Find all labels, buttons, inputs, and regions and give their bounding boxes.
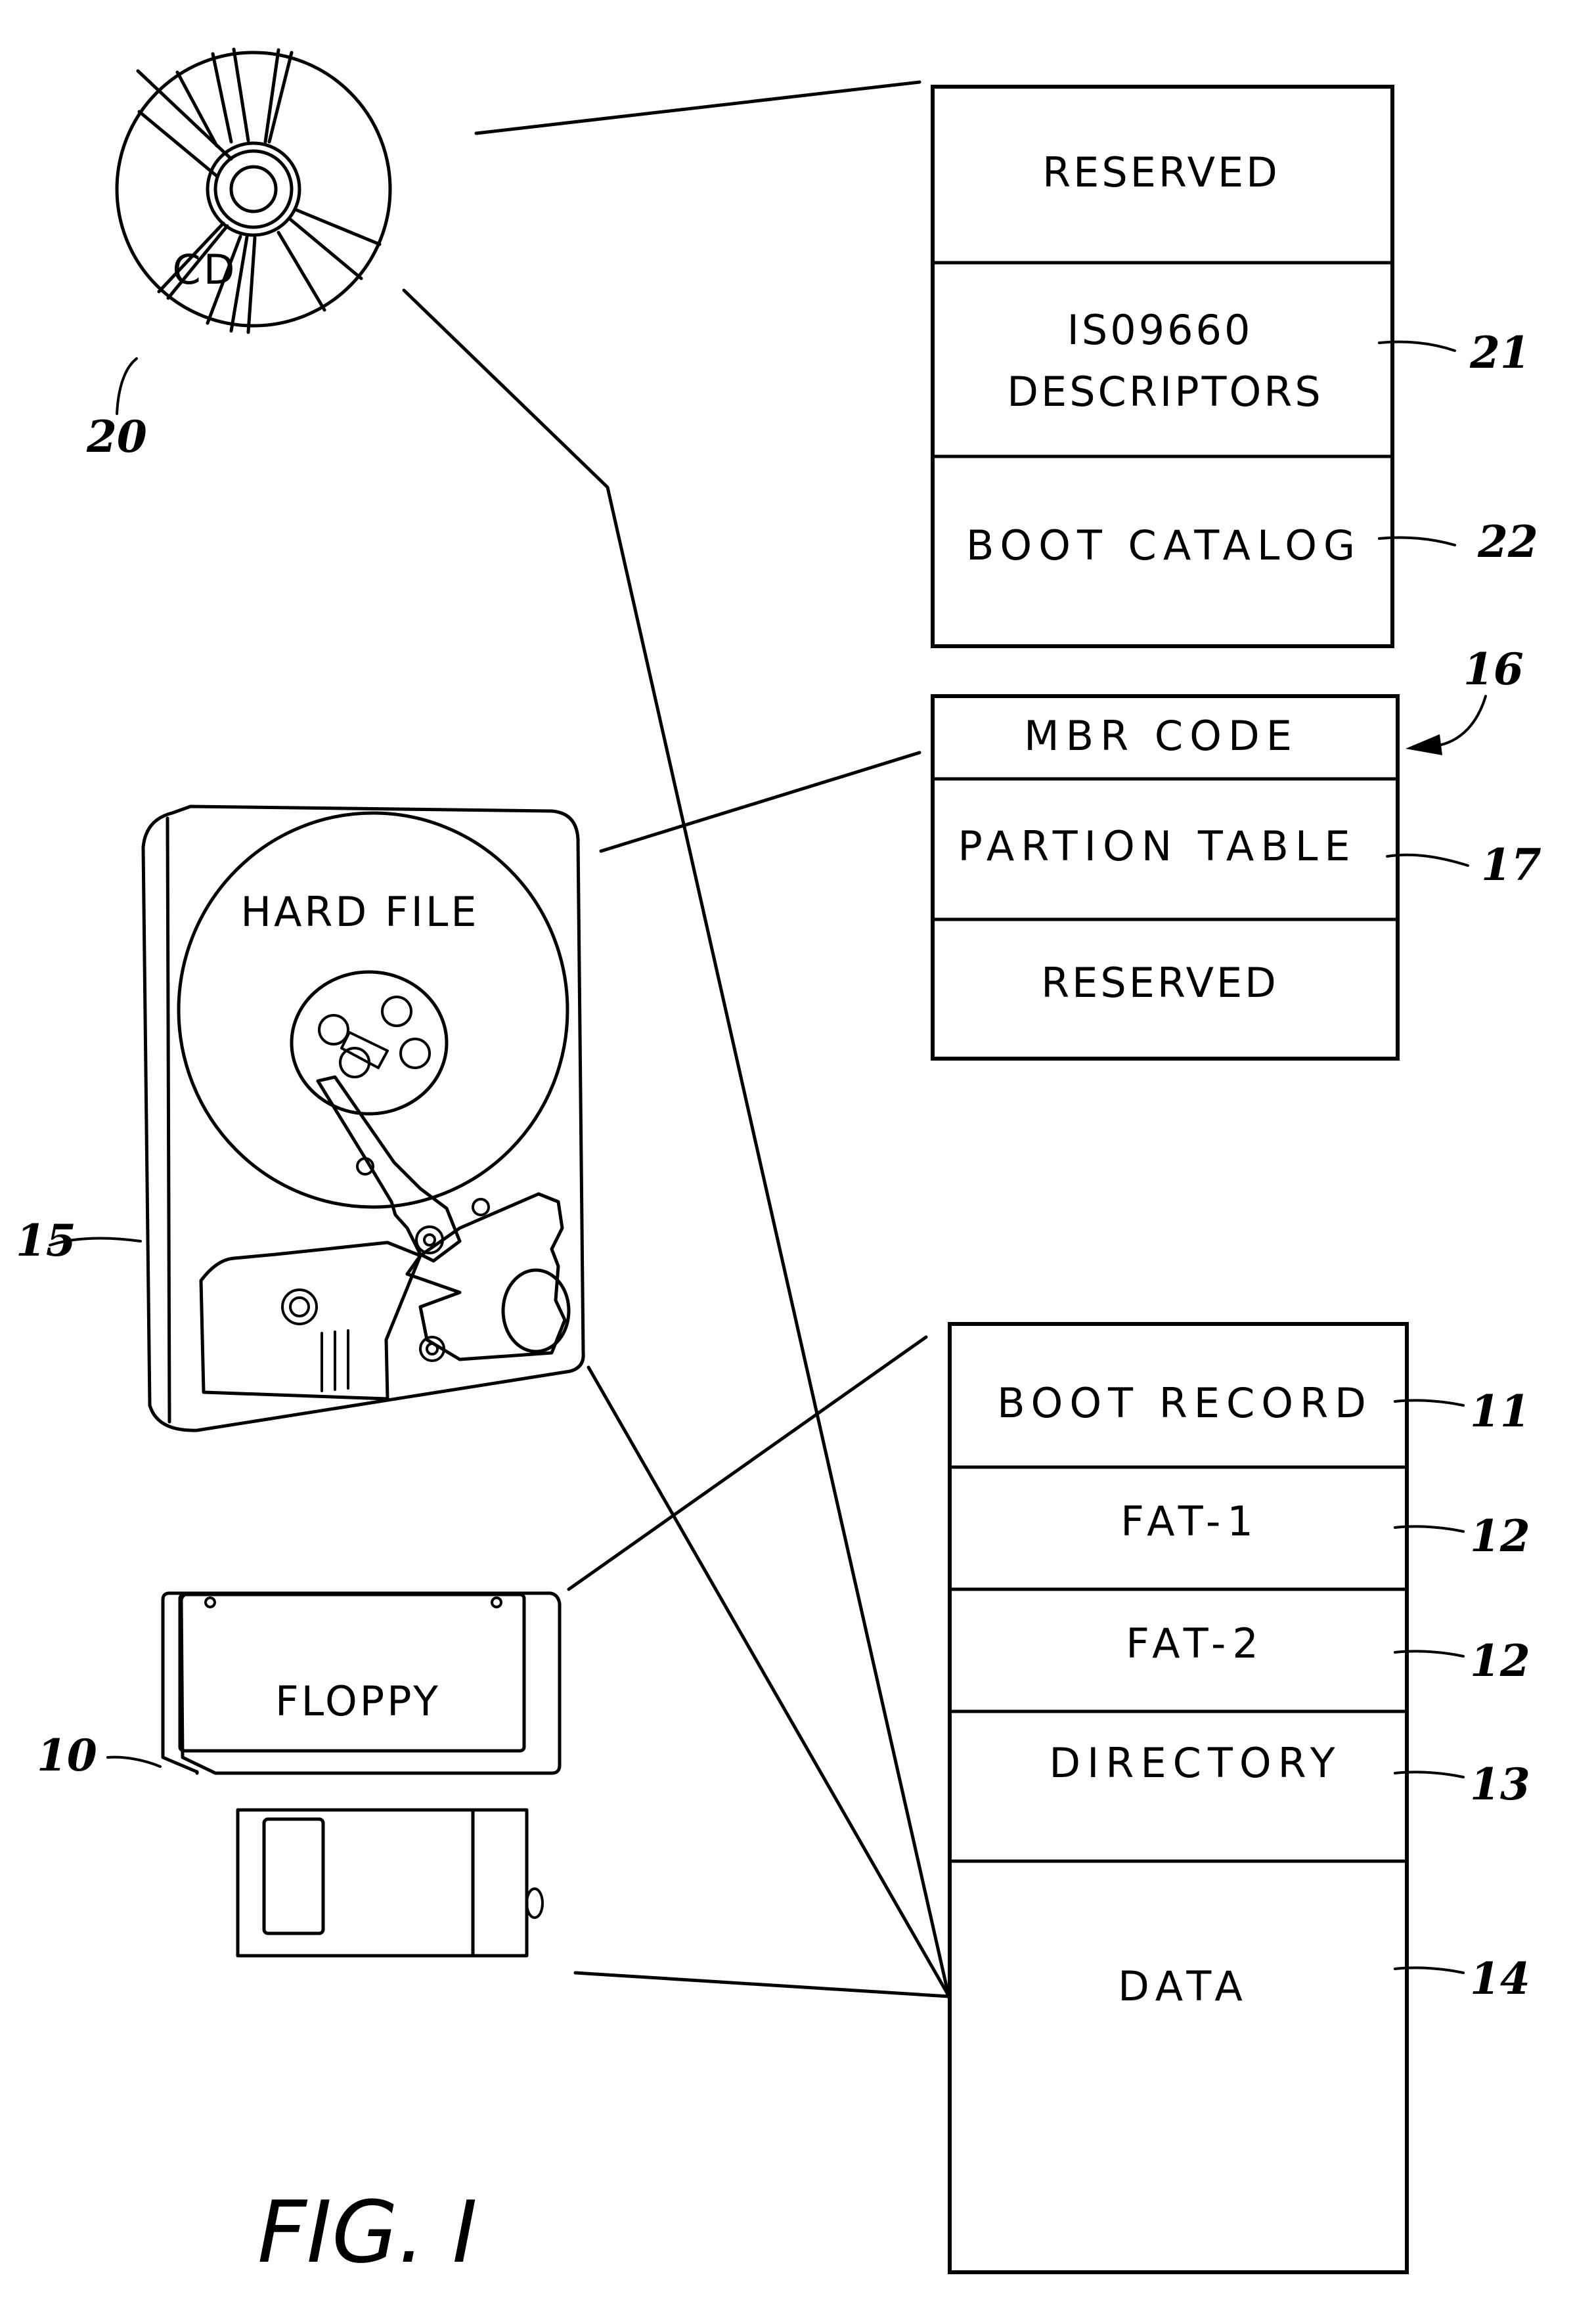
cd-label: CD <box>172 246 237 294</box>
ref-number-21: 21 <box>1469 327 1530 378</box>
hard-file-platter <box>177 811 569 1209</box>
ref-number-12b: 12 <box>1470 1635 1530 1686</box>
cd-layout-table: RESERVED IS09660 DESCRIPTORS BOOT CATALO… <box>931 85 1538 648</box>
cd-ref-number: 20 <box>86 411 147 462</box>
ref-number-16: 16 <box>1463 644 1524 695</box>
cd-spindle-hole <box>229 165 278 213</box>
cd-ref-leader <box>116 357 138 415</box>
cd-outer-rim <box>115 51 392 328</box>
floppy-drawing: FLOPPY 10 <box>37 1591 562 1958</box>
cd-segment-iso9660-line1: IS09660 <box>1067 306 1253 354</box>
ref-number-11: 11 <box>1470 1386 1530 1437</box>
ref-arrow-16-shaft <box>1434 695 1487 747</box>
cd-connector-top <box>474 80 921 135</box>
hard-file-label: HARD FILE <box>240 888 479 936</box>
floppy-ref-number: 10 <box>37 1730 97 1781</box>
mbr-segment-reserved: RESERVED <box>1041 959 1279 1007</box>
cd-segment-reserved: RESERVED <box>1042 148 1280 196</box>
floppy-label: FLOPPY <box>275 1677 441 1725</box>
ref-number-17: 17 <box>1481 839 1541 891</box>
floppy-shutter-window <box>262 1817 325 1935</box>
cd-hub-inner <box>213 149 294 229</box>
cd-segment-iso9660-line2: DESCRIPTORS <box>1007 368 1323 416</box>
fat-segment-fat1: FAT-1 <box>1120 1497 1260 1545</box>
hard-file-actuator-arm <box>316 1075 462 1263</box>
floppy-write-protect <box>525 1887 544 1919</box>
cd-connector-bottom <box>402 288 951 2000</box>
ref-number-13: 13 <box>1470 1759 1530 1810</box>
mbr-segment-mbr-code: MBR CODE <box>1024 712 1298 760</box>
floppy-connector-bottom <box>573 1971 951 1998</box>
ref-number-22: 22 <box>1477 516 1538 567</box>
mbr-segment-partition-table: PARTION TABLE <box>958 822 1356 870</box>
fat-layout-table: BOOT RECORD FAT-1 FAT-2 DIRECTORY DATA 1… <box>948 1322 1530 2274</box>
cd-hub-outer <box>206 141 301 237</box>
floppy-ref-leader <box>106 1755 162 1768</box>
hard-file-ref-number: 15 <box>16 1215 76 1266</box>
fat-segment-data: DATA <box>1118 1962 1249 2010</box>
fat-segment-boot-record: BOOT RECORD <box>997 1379 1373 1427</box>
cd-disc-drawing: CD 20 <box>86 47 392 462</box>
figure-title: FIG. I <box>257 2182 477 2282</box>
fat-segment-fat2: FAT-2 <box>1126 1619 1265 1667</box>
figure-canvas: CD 20 RESERVED IS09660 DESCRIPTORS BOOT … <box>16 47 1541 2282</box>
ref-arrow-16-head <box>1406 734 1442 755</box>
hard-file-voice-coil <box>405 1192 567 1361</box>
hard-file-connector-top <box>599 751 921 853</box>
ref-number-12a: 12 <box>1470 1510 1530 1562</box>
mbr-layout-table: MBR CODE PARTION TABLE RESERVED 17 16 <box>931 644 1541 1061</box>
floppy-label-area <box>178 1593 526 1753</box>
hard-file-case-edge <box>166 816 171 1424</box>
ref-number-14: 14 <box>1470 1953 1530 2004</box>
floppy-connector-top <box>567 1335 928 1591</box>
fat-segment-directory: DIRECTORY <box>1049 1739 1341 1787</box>
hard-file-connector-bottom <box>587 1365 951 1998</box>
hard-file-drawing: HARD FILE 15 <box>16 804 585 1432</box>
cd-segment-boot-catalog: BOOT CATALOG <box>966 521 1362 569</box>
